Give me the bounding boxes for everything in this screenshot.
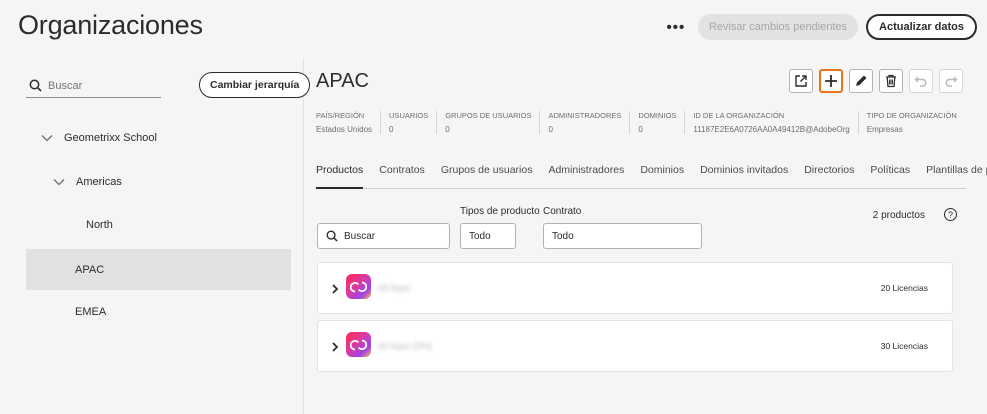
meta-label: PAÍS/REGIÓN — [316, 111, 365, 120]
chevron-down-icon[interactable] — [52, 175, 66, 189]
tree-item-label: APAC — [75, 263, 105, 276]
product-licenses: 20 Licencias — [880, 283, 928, 293]
tree-item-label: Americas — [76, 176, 122, 188]
meta-label: USUARIOS — [389, 111, 429, 120]
tree-search-input[interactable] — [48, 79, 148, 92]
meta-label: TIPO DE ORGANIZACIÓN — [866, 111, 957, 120]
org-detail-panel: APAC PAÍS/REGIÓN Estados Unidos USUARIOS… — [305, 58, 987, 414]
delete-button[interactable] — [879, 69, 903, 93]
search-icon — [326, 230, 338, 242]
meta-value: 0 — [445, 125, 450, 134]
meta-users: USUARIOS 0 — [389, 111, 438, 134]
product-type-label: Tipos de producto — [460, 206, 540, 217]
add-button[interactable] — [819, 69, 843, 93]
chevron-right-icon[interactable] — [330, 282, 340, 296]
org-tabs: Productos Contratos Grupos de usuarios A… — [316, 163, 987, 189]
creative-cloud-icon — [346, 332, 371, 357]
meta-value: 0 — [548, 125, 553, 134]
tree-item-label: EMEA — [75, 306, 107, 318]
contract-select[interactable]: Todo — [543, 223, 702, 249]
undo-icon — [914, 76, 927, 87]
redo-icon — [945, 76, 958, 87]
meta-value: Empresas — [866, 125, 903, 134]
tree-item-label: Geometrixx School — [64, 132, 157, 144]
tree-item-north[interactable]: North — [86, 219, 113, 231]
contract-label: Contrato — [543, 206, 582, 217]
meta-user-groups: GRUPOS DE USUARIOS 0 — [445, 111, 541, 134]
product-licenses: 30 Licencias — [880, 341, 928, 351]
tab-invited-domains[interactable]: Dominios invitados — [700, 163, 788, 189]
tab-domains[interactable]: Dominios — [640, 163, 684, 189]
org-name: APAC — [316, 70, 369, 92]
product-search-field[interactable]: Buscar — [317, 223, 450, 249]
open-external-button[interactable] — [789, 69, 813, 93]
meta-label: ID DE LA ORGANIZACIÓN — [693, 111, 785, 120]
meta-label: GRUPOS DE USUARIOS — [445, 111, 532, 120]
tab-policies[interactable]: Políticas — [870, 163, 910, 189]
meta-label: ADMINISTRADORES — [548, 111, 622, 120]
meta-label: DOMINIOS — [638, 111, 677, 120]
search-icon — [26, 77, 44, 95]
change-hierarchy-button[interactable]: Cambiar jerarquía — [199, 72, 311, 98]
edit-button[interactable] — [849, 69, 873, 93]
page-title: Organizaciones — [18, 10, 203, 40]
tab-products[interactable]: Productos — [316, 163, 364, 189]
chevron-right-icon[interactable] — [330, 340, 340, 354]
product-count: 2 productos — [872, 210, 925, 221]
tab-user-groups[interactable]: Grupos de usuarios — [441, 163, 533, 189]
tree-item-apac[interactable]: APAC — [26, 249, 291, 290]
pencil-icon — [856, 75, 867, 86]
product-name: All Apps (DH) — [378, 341, 433, 351]
help-icon[interactable]: ? — [944, 208, 957, 221]
redo-button[interactable] — [939, 69, 963, 93]
meta-country: PAÍS/REGIÓN Estados Unidos — [316, 111, 382, 134]
top-actions: ••• Revisar cambios pendientes Actualiza… — [662, 14, 977, 40]
org-metadata: PAÍS/REGIÓN Estados Unidos USUARIOS 0 GR… — [316, 111, 973, 134]
product-search-placeholder: Buscar — [344, 230, 376, 242]
product-row[interactable]: All Apps 20 Licencias — [317, 262, 953, 314]
external-link-icon — [795, 75, 807, 87]
tab-directories[interactable]: Directorios — [804, 163, 854, 189]
meta-admins: ADMINISTRADORES 0 — [548, 111, 631, 134]
undo-button[interactable] — [909, 69, 933, 93]
meta-org-id: ID DE LA ORGANIZACIÓN 11187E2E6A0726AA0A… — [693, 111, 859, 134]
tab-admins[interactable]: Administradores — [548, 163, 624, 189]
tab-contracts[interactable]: Contratos — [379, 163, 425, 189]
meta-org-type: TIPO DE ORGANIZACIÓN Empresas — [867, 111, 965, 134]
tree-item-geometrixx-school[interactable]: Geometrixx School — [40, 131, 157, 145]
tree-search[interactable] — [26, 74, 161, 98]
org-toolbar — [789, 69, 963, 93]
meta-value: Estados Unidos — [316, 125, 373, 134]
org-tree-panel: Cambiar jerarquía Geometrixx School Amer… — [0, 58, 311, 414]
review-pending-changes-button[interactable]: Revisar cambios pendientes — [697, 14, 859, 40]
creative-cloud-icon — [346, 274, 371, 299]
chevron-down-icon[interactable] — [40, 131, 54, 145]
tree-item-label: North — [86, 219, 113, 231]
tab-policy-templates[interactable]: Plantillas de política — [926, 163, 987, 189]
tree-item-emea[interactable]: EMEA — [75, 306, 106, 318]
product-row[interactable]: All Apps (DH) 30 Licencias — [317, 320, 953, 372]
tree-item-americas[interactable]: Americas — [52, 175, 122, 189]
more-actions-button[interactable]: ••• — [662, 14, 690, 40]
meta-value: 0 — [638, 125, 643, 134]
meta-value: 0 — [389, 125, 394, 134]
plus-icon — [825, 75, 837, 87]
meta-value: 11187E2E6A0726AA0A49412B@AdobeOrg — [693, 125, 850, 134]
product-name: All Apps — [378, 283, 411, 293]
trash-icon — [886, 74, 896, 88]
refresh-data-button[interactable]: Actualizar datos — [866, 14, 977, 40]
product-type-select[interactable]: Todo — [460, 223, 516, 249]
meta-domains: DOMINIOS 0 — [638, 111, 686, 134]
